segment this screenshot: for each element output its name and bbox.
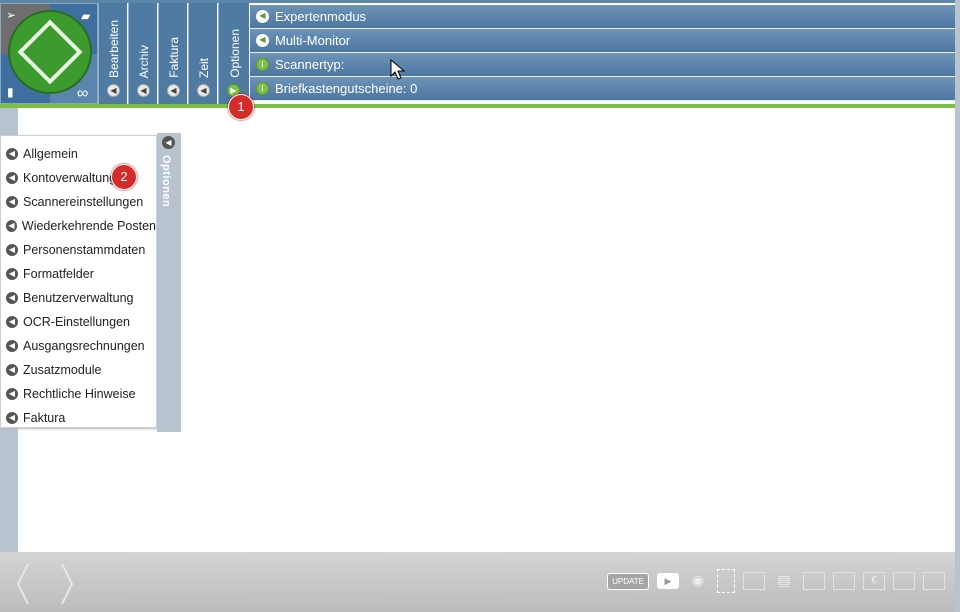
panel-item-label: Allgemein	[23, 147, 78, 161]
tab-label: Optionen	[227, 29, 242, 78]
menu-item-multi-monitor[interactable]: ◀ Multi-Monitor	[250, 29, 955, 53]
report-icon[interactable]: ▤	[773, 572, 795, 590]
panel-item-label: Rechtliche Hinweise	[23, 387, 136, 401]
options-panel-tab[interactable]: ◀ Optionen	[157, 133, 181, 432]
infinity-icon: ∞	[77, 85, 89, 102]
menu-item-scannertyp[interactable]: i Scannertyp:	[250, 53, 955, 77]
tab-faktura[interactable]: Faktura ◀	[158, 3, 187, 104]
panel-item-personenstammdaten[interactable]: ◀ Personenstammdaten	[1, 238, 156, 262]
chevron-left-icon: ◀	[6, 316, 18, 328]
phone-icon: ▮	[7, 85, 14, 99]
menu-item-label: Expertenmodus	[275, 9, 367, 24]
chart-icon[interactable]	[923, 572, 945, 590]
app-logo[interactable]: ➢ ▰ ▮ ∞	[0, 3, 98, 104]
calculator-icon[interactable]	[893, 572, 915, 590]
tab-label: Faktura	[166, 37, 181, 78]
panel-item-label: Faktura	[23, 411, 66, 425]
options-menu: ◀ Expertenmodus ◀ Multi-Monitor i Scanne…	[250, 5, 955, 101]
update-button[interactable]: UPDATE	[607, 572, 649, 590]
chevron-left-icon[interactable]: ◀	[167, 84, 180, 97]
chevron-left-icon: ◀	[6, 172, 18, 184]
chevron-left-icon[interactable]: ◀	[197, 84, 210, 97]
tab-label: Zeit	[196, 57, 211, 78]
tab-zeit[interactable]: Zeit ◀	[188, 3, 217, 104]
tab-bearbeiten[interactable]: Bearbeiten ◀	[98, 3, 127, 104]
document-icon: ▰	[81, 9, 91, 23]
menu-item-label: Briefkastengutscheine: 0	[275, 81, 418, 96]
mouse-cursor-icon	[390, 59, 406, 80]
menu-item-label: Scannertyp:	[275, 57, 345, 72]
chevron-left-icon: ◀	[6, 364, 18, 376]
chevron-left-icon: ◀	[6, 244, 18, 256]
chevron-left-icon: ◀	[6, 196, 18, 208]
chevron-left-icon: ◀	[6, 340, 18, 352]
tab-label: Bearbeiten	[106, 19, 121, 78]
chevron-left-icon[interactable]: ◀	[137, 84, 150, 97]
menu-item-expertenmodus[interactable]: ◀ Expertenmodus	[250, 5, 955, 29]
chevron-left-icon: ◀	[6, 412, 18, 424]
panel-item-label: Kontoverwaltung	[23, 171, 117, 185]
save-icon[interactable]	[803, 572, 825, 590]
panel-item-scannereinstellungen[interactable]: ◀ Scannereinstellungen	[1, 190, 156, 214]
panel-item-ocr-einstellungen[interactable]: ◀ OCR-Einstellungen	[1, 310, 156, 334]
mail-icon: ➢	[6, 8, 17, 22]
eye-icon[interactable]: ◉	[687, 572, 709, 590]
info-icon: i	[256, 82, 269, 95]
tab-label: Archiv	[136, 44, 151, 78]
panel-item-wiederkehrende-posten[interactable]: ◀ Wiederkehrende Posten	[1, 214, 156, 238]
panel-item-benutzerverwaltung[interactable]: ◀ Benutzerverwaltung	[1, 286, 156, 310]
panel-item-label: OCR-Einstellungen	[23, 315, 130, 329]
panel-item-ausgangsrechnungen[interactable]: ◀ Ausgangsrechnungen	[1, 334, 156, 358]
bottom-icons: UPDATE ▶ ◉ ▤ €	[607, 569, 945, 593]
tab-optionen[interactable]: Optionen ▶	[218, 3, 249, 104]
chevron-left-icon: ◀	[256, 34, 269, 47]
panel-item-label: Zusatzmodule	[23, 363, 102, 377]
panel-item-label: Benutzerverwaltung	[23, 291, 134, 305]
euro-icon[interactable]: €	[863, 572, 885, 590]
panel-item-zusatzmodule[interactable]: ◀ Zusatzmodule	[1, 358, 156, 382]
panel-item-formatfelder[interactable]: ◀ Formatfelder	[1, 262, 156, 286]
menu-item-briefkastengutscheine[interactable]: i Briefkastengutscheine: 0	[250, 77, 955, 101]
video-icon[interactable]: ▶	[657, 573, 679, 589]
panel-item-faktura[interactable]: ◀ Faktura	[1, 406, 156, 430]
chevron-left-icon: ◀	[6, 220, 17, 232]
step-badge-1: 1	[228, 94, 254, 120]
image-icon[interactable]	[833, 572, 855, 590]
panel-item-label: Formatfelder	[23, 267, 94, 281]
panel-item-label: Wiederkehrende Posten	[21, 219, 156, 233]
chevron-left-icon: ◀	[6, 292, 18, 304]
back-arrow-icon[interactable]	[14, 562, 34, 606]
panel-title: Optionen	[160, 155, 172, 208]
chevron-left-icon: ◀	[6, 388, 18, 400]
info-icon: i	[256, 58, 269, 71]
chevron-left-icon[interactable]: ◀	[162, 136, 175, 149]
panel-item-label: Scannereinstellungen	[23, 195, 144, 209]
bottom-bar: UPDATE ▶ ◉ ▤ €	[0, 552, 955, 612]
panel-item-rechtliche-hinweise[interactable]: ◀ Rechtliche Hinweise	[1, 382, 156, 406]
chevron-left-icon[interactable]: ◀	[107, 84, 120, 97]
forward-arrow-icon[interactable]	[56, 562, 76, 606]
step-badge-2: 2	[111, 164, 137, 190]
device-icon[interactable]	[717, 569, 735, 593]
accent-divider	[0, 104, 955, 108]
chevron-left-icon: ◀	[6, 148, 18, 160]
right-strip	[955, 0, 960, 612]
chevron-left-icon: ◀	[6, 268, 18, 280]
chevron-left-icon: ◀	[256, 10, 269, 23]
panel-item-label: Ausgangsrechnungen	[23, 339, 145, 353]
panel-item-allgemein[interactable]: ◀ Allgemein	[1, 142, 156, 166]
screen-icon[interactable]	[743, 572, 765, 590]
panel-item-label: Personenstammdaten	[23, 243, 146, 257]
menu-item-label: Multi-Monitor	[275, 33, 351, 48]
tab-archiv[interactable]: Archiv ◀	[128, 3, 157, 104]
